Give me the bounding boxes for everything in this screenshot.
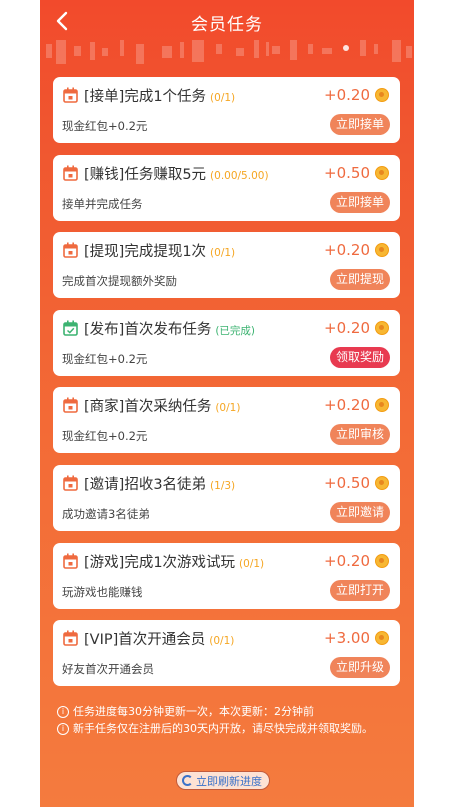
task-title-text: [VIP]首次开通会员 (84, 632, 206, 648)
task-action-button[interactable]: 立即升级 (329, 657, 390, 678)
task-progress: (0/1) (210, 92, 236, 104)
refresh-progress-button[interactable]: 立即刷新进度 (176, 771, 270, 790)
coin-icon (375, 476, 389, 490)
note-item: i 新手任务仅在注册后的30天内开放，请尽快完成并领取奖励。 (57, 722, 402, 736)
refresh-icon (182, 775, 193, 786)
task-title: [邀请]招收3名徒弟 (1/3) (84, 473, 235, 494)
task-reward: +0.20 (324, 86, 370, 104)
task-description: 好友首次开通会员 (62, 662, 154, 676)
task-description: 玩游戏也能赚钱 (62, 585, 143, 599)
coin-icon (375, 166, 389, 180)
task-reward: +0.20 (324, 241, 370, 259)
task-reward: +0.50 (324, 474, 370, 492)
task-title: [提现]完成提现1次 (0/1) (84, 240, 235, 261)
claim-reward-button[interactable]: 领取奖励 (329, 347, 390, 368)
calendar-icon (63, 553, 78, 569)
task-description: 成功邀请3名徒弟 (62, 507, 150, 521)
task-action-button[interactable]: 立即接单 (329, 192, 390, 213)
task-card: [邀请]招收3名徒弟 (1/3) +0.50 成功邀请3名徒弟 立即邀请 (53, 465, 400, 531)
calendar-icon (63, 475, 78, 491)
chevron-left-icon (56, 11, 68, 31)
task-reward: +0.20 (324, 319, 370, 337)
coin-icon (375, 398, 389, 412)
task-title: [发布]首次发布任务 (已完成) (84, 318, 255, 339)
note-text: 任务进度每30分钟更新一次，本次更新：2分钟前 (73, 705, 314, 718)
calendar-icon (63, 397, 78, 413)
task-reward: +0.50 (324, 164, 370, 182)
task-title-text: [提现]完成提现1次 (84, 244, 207, 260)
task-title: [赚钱]任务赚取5元 (0.00/5.00) (84, 163, 269, 184)
coin-icon (375, 321, 389, 335)
app-screen: 会员任务 [接单]完成1个任务 (0/1) +0.20 现金红包+0.2元 立即… (40, 0, 414, 807)
calendar-icon (63, 165, 78, 181)
note-text: 新手任务仅在注册后的30天内开放，请尽快完成并领取奖励。 (73, 722, 373, 735)
calendar-icon (63, 242, 78, 258)
info-icon: i (57, 723, 69, 735)
task-card: [发布]首次发布任务 (已完成) +0.20 现金红包+0.2元 领取奖励 (53, 310, 400, 376)
info-icon: i (57, 706, 69, 718)
task-card: [游戏]完成1次游戏试玩 (0/1) +0.20 玩游戏也能赚钱 立即打开 (53, 543, 400, 609)
task-progress: (0/1) (239, 558, 265, 570)
refresh-label: 立即刷新进度 (196, 774, 262, 788)
calendar-icon (63, 630, 78, 646)
task-title-text: [发布]首次发布任务 (84, 322, 212, 338)
header: 会员任务 (40, 0, 414, 44)
calendar-check-icon (63, 320, 78, 336)
task-card: [赚钱]任务赚取5元 (0.00/5.00) +0.50 接单并完成任务 立即接单 (53, 155, 400, 221)
task-card: [提现]完成提现1次 (0/1) +0.20 完成首次提现额外奖励 立即提现 (53, 232, 400, 298)
task-action-button[interactable]: 立即审核 (329, 424, 390, 445)
task-reward: +0.20 (324, 396, 370, 414)
task-progress: (0.00/5.00) (210, 170, 269, 182)
task-title-text: [商家]首次采纳任务 (84, 399, 212, 415)
task-title-text: [邀请]招收3名徒弟 (84, 477, 207, 493)
page-title: 会员任务 (191, 14, 263, 35)
coin-icon (375, 554, 389, 568)
task-action-button[interactable]: 立即提现 (329, 269, 390, 290)
coin-icon (375, 631, 389, 645)
task-title: [接单]完成1个任务 (0/1) (84, 85, 235, 106)
note-item: i 任务进度每30分钟更新一次，本次更新：2分钟前 (57, 705, 402, 719)
calendar-icon (63, 87, 78, 103)
task-action-button[interactable]: 立即打开 (329, 580, 390, 601)
task-progress: (已完成) (215, 325, 256, 337)
task-title: [商家]首次采纳任务 (0/1) (84, 395, 240, 416)
task-card: [VIP]首次开通会员 (0/1) +3.00 好友首次开通会员 立即升级 (53, 620, 400, 686)
task-reward: +3.00 (324, 629, 370, 647)
task-title-text: [游戏]完成1次游戏试玩 (84, 555, 236, 571)
coin-icon (375, 88, 389, 102)
task-title-text: [赚钱]任务赚取5元 (84, 167, 207, 183)
task-progress: (0/1) (209, 635, 235, 647)
task-title: [游戏]完成1次游戏试玩 (0/1) (84, 551, 264, 572)
task-reward: +0.20 (324, 552, 370, 570)
task-card: [接单]完成1个任务 (0/1) +0.20 现金红包+0.2元 立即接单 (53, 77, 400, 143)
task-description: 现金红包+0.2元 (62, 119, 148, 133)
task-title-text: [接单]完成1个任务 (84, 89, 207, 105)
back-button[interactable] (50, 9, 74, 33)
task-action-button[interactable]: 立即邀请 (329, 502, 390, 523)
task-progress: (0/1) (215, 402, 241, 414)
task-title: [VIP]首次开通会员 (0/1) (84, 628, 234, 649)
task-card: [商家]首次采纳任务 (0/1) +0.20 现金红包+0.2元 立即审核 (53, 387, 400, 453)
task-action-button[interactable]: 立即接单 (329, 114, 390, 135)
task-description: 接单并完成任务 (62, 197, 143, 211)
task-progress: (1/3) (210, 480, 236, 492)
task-description: 现金红包+0.2元 (62, 429, 148, 443)
notes: i 任务进度每30分钟更新一次，本次更新：2分钟前 i 新手任务仅在注册后的30… (57, 705, 402, 739)
city-skyline-decoration (46, 40, 412, 64)
coin-icon (375, 243, 389, 257)
task-description: 现金红包+0.2元 (62, 352, 148, 366)
task-progress: (0/1) (210, 247, 236, 259)
task-description: 完成首次提现额外奖励 (62, 274, 177, 288)
